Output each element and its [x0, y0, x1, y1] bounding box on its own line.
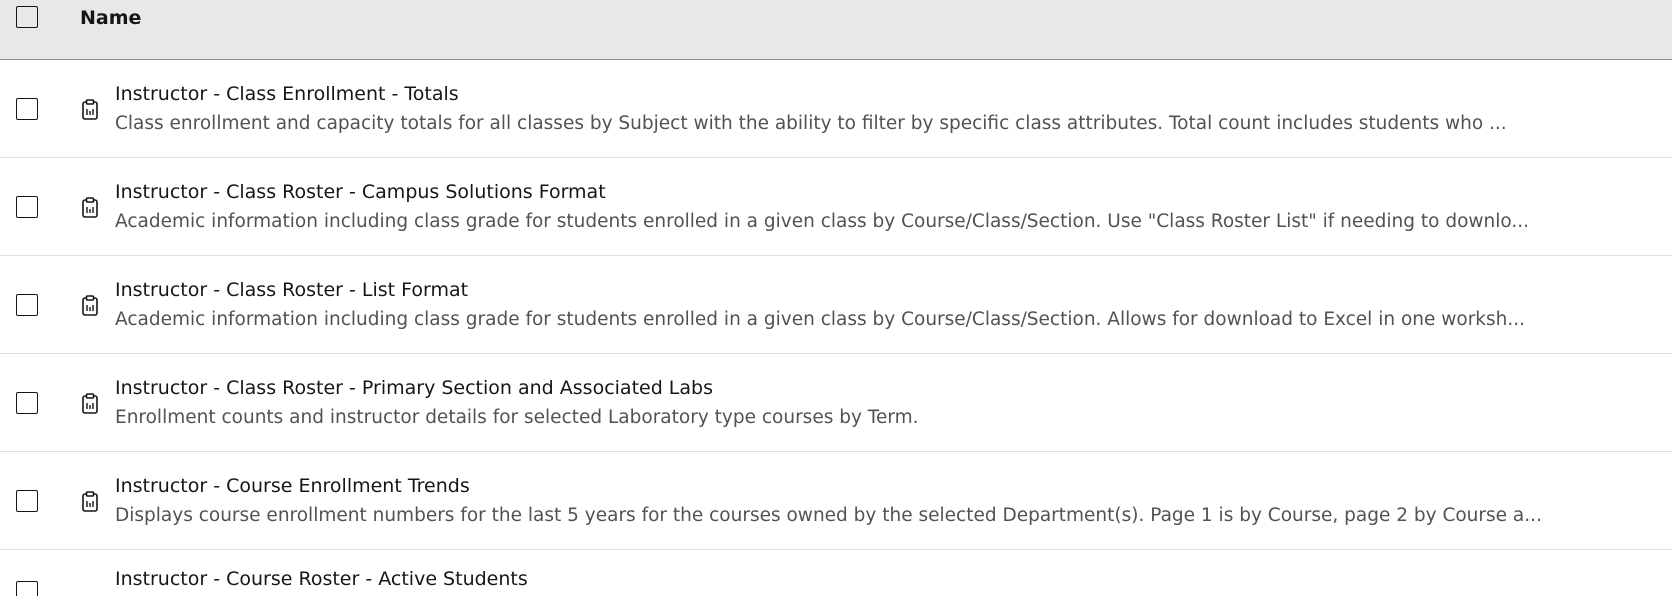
- report-clipboard-icon: [82, 491, 98, 512]
- report-description: Class enrollment and capacity totals for…: [115, 113, 1507, 134]
- report-list-table: Name Instructor - Class Enrollment - Tot…: [0, 0, 1672, 596]
- table-row[interactable]: Instructor - Class Roster - List Format …: [0, 256, 1672, 354]
- report-description: Enrollment counts and instructor details…: [115, 407, 919, 428]
- table-row[interactable]: Instructor - Course Roster - Active Stud…: [0, 550, 1672, 596]
- report-title[interactable]: Instructor - Class Enrollment - Totals: [115, 83, 459, 105]
- table-header: Name: [0, 0, 1672, 60]
- report-description: Displays course enrollment numbers for t…: [115, 505, 1542, 526]
- row-checkbox[interactable]: [16, 196, 38, 218]
- report-clipboard-icon: [82, 295, 98, 316]
- report-description: Academic information including class gra…: [115, 309, 1526, 330]
- report-title[interactable]: Instructor - Class Roster - Campus Solut…: [115, 181, 606, 203]
- report-title[interactable]: Instructor - Class Roster - List Format: [115, 279, 468, 301]
- report-title[interactable]: Instructor - Course Roster - Active Stud…: [115, 568, 528, 590]
- select-all-checkbox[interactable]: [16, 6, 38, 28]
- row-checkbox[interactable]: [16, 98, 38, 120]
- row-checkbox[interactable]: [16, 392, 38, 414]
- table-row[interactable]: Instructor - Class Enrollment - Totals C…: [0, 60, 1672, 158]
- table-row[interactable]: Instructor - Class Roster - Campus Solut…: [0, 158, 1672, 256]
- row-checkbox[interactable]: [16, 490, 38, 512]
- report-clipboard-icon: [82, 393, 98, 414]
- report-title[interactable]: Instructor - Course Enrollment Trends: [115, 475, 470, 497]
- table-row[interactable]: Instructor - Class Roster - Primary Sect…: [0, 354, 1672, 452]
- row-checkbox[interactable]: [16, 581, 38, 596]
- report-clipboard-icon: [82, 99, 98, 120]
- name-column-header[interactable]: Name: [80, 7, 141, 29]
- report-title[interactable]: Instructor - Class Roster - Primary Sect…: [115, 377, 713, 399]
- row-checkbox[interactable]: [16, 294, 38, 316]
- report-clipboard-icon: [82, 197, 98, 218]
- table-row[interactable]: Instructor - Course Enrollment Trends Di…: [0, 452, 1672, 550]
- report-description: Academic information including class gra…: [115, 211, 1530, 232]
